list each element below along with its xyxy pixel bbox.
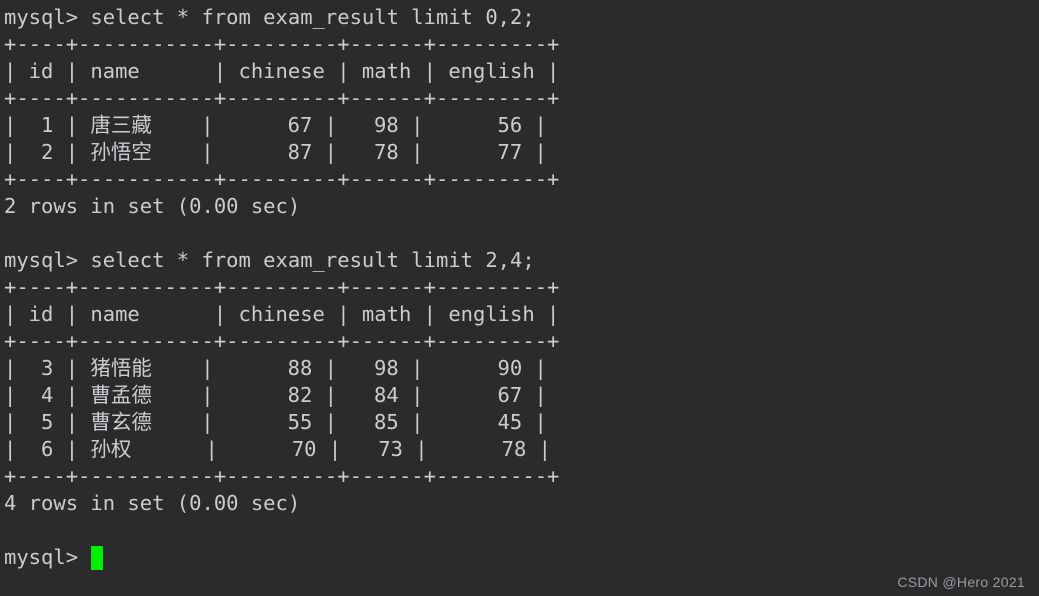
- status-line-1: 2 rows in set (0.00 sec): [4, 194, 301, 218]
- table-row: | 6 | 孙权 | 70 | 73 | 78 |: [4, 437, 552, 461]
- prompt-label: mysql>: [4, 545, 91, 569]
- table-border-top-1: +----+-----------+---------+------+-----…: [4, 32, 560, 56]
- table-row: | 2 | 孙悟空 | 87 | 78 | 77 |: [4, 140, 547, 164]
- table-border-bottom-1: +----+-----------+---------+------+-----…: [4, 167, 560, 191]
- table-header-1: | id | name | chinese | math | english |: [4, 59, 560, 83]
- command-line-1: mysql> select * from exam_result limit 0…: [4, 5, 535, 29]
- command-line-2: mysql> select * from exam_result limit 2…: [4, 248, 535, 272]
- terminal-window[interactable]: mysql> select * from exam_result limit 0…: [0, 0, 1039, 596]
- watermark-text: CSDN @Hero 2021: [897, 574, 1025, 590]
- text-cursor: [91, 545, 104, 570]
- active-prompt-line[interactable]: mysql>: [4, 544, 1039, 571]
- table-border-mid-1: +----+-----------+---------+------+-----…: [4, 86, 560, 110]
- table-row: | 1 | 唐三藏 | 67 | 98 | 56 |: [4, 113, 547, 137]
- table-border-mid-2: +----+-----------+---------+------+-----…: [4, 329, 560, 353]
- status-line-2: 4 rows in set (0.00 sec): [4, 491, 301, 515]
- table-border-bottom-2: +----+-----------+---------+------+-----…: [4, 464, 560, 488]
- table-row: | 3 | 猪悟能 | 88 | 98 | 90 |: [4, 356, 547, 380]
- table-row: | 4 | 曹孟德 | 82 | 84 | 67 |: [4, 383, 547, 407]
- table-border-top-2: +----+-----------+---------+------+-----…: [4, 275, 560, 299]
- table-header-2: | id | name | chinese | math | english |: [4, 302, 560, 326]
- table-row: | 5 | 曹玄德 | 55 | 85 | 45 |: [4, 410, 547, 434]
